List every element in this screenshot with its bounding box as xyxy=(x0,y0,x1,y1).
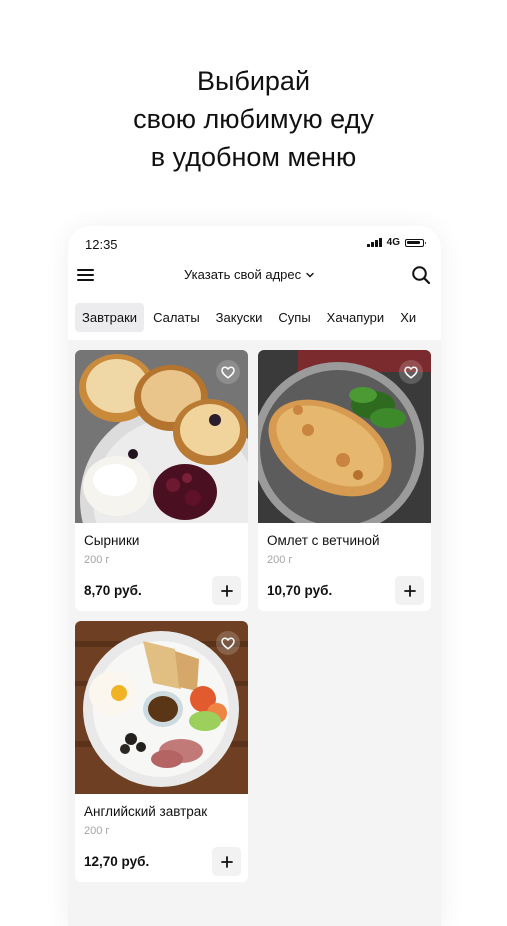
phone-screen: 12:35 4G Указать свой адрес Завтраки Сал… xyxy=(68,226,441,926)
favorite-button[interactable] xyxy=(399,360,423,384)
tab-more[interactable]: Хи xyxy=(393,303,423,332)
tab-khachapuri[interactable]: Хачапури xyxy=(320,303,392,332)
product-weight: 200 г xyxy=(267,554,293,566)
heart-icon xyxy=(221,365,235,379)
address-selector[interactable]: Указать свой адрес xyxy=(184,267,314,282)
tab-snacks[interactable]: Закуски xyxy=(209,303,270,332)
plus-icon xyxy=(220,855,233,868)
product-card[interactable]: Сырники 200 г 8,70 руб. xyxy=(75,350,248,611)
product-weight: 200 г xyxy=(84,554,110,566)
search-icon[interactable] xyxy=(411,265,431,285)
network-label: 4G xyxy=(386,237,400,248)
add-to-cart-button[interactable] xyxy=(212,576,241,605)
category-tabs: Завтраки Салаты Закуски Супы Хачапури Хи xyxy=(75,302,441,332)
tab-breakfast[interactable]: Завтраки xyxy=(75,302,145,332)
hamburger-menu-icon[interactable] xyxy=(77,268,95,282)
favorite-button[interactable] xyxy=(216,360,240,384)
status-indicators: 4G xyxy=(367,237,426,248)
add-to-cart-button[interactable] xyxy=(395,576,424,605)
heart-icon xyxy=(404,365,418,379)
headline-line-1: Выбирай xyxy=(196,66,311,96)
headline-line-2: свою любимую еду xyxy=(133,104,374,134)
product-card[interactable]: Омлет с ветчиной 200 г 10,70 руб. xyxy=(258,350,431,611)
address-label: Указать свой адрес xyxy=(184,267,302,282)
headline-line-3: в удобном меню xyxy=(150,142,357,172)
chevron-down-icon xyxy=(306,272,314,277)
heart-icon xyxy=(221,636,235,650)
battery-icon xyxy=(405,238,426,247)
product-price: 8,70 руб. xyxy=(84,583,142,598)
plus-icon xyxy=(403,584,416,597)
plus-icon xyxy=(220,584,233,597)
promo-headline: Выбирай свою любимую еду в удобном меню xyxy=(0,62,507,176)
favorite-button[interactable] xyxy=(216,631,240,655)
product-price: 12,70 руб. xyxy=(84,854,150,869)
signal-icon xyxy=(367,238,382,247)
add-to-cart-button[interactable] xyxy=(212,847,241,876)
tab-soups[interactable]: Супы xyxy=(271,303,317,332)
product-weight: 200 г xyxy=(84,825,110,837)
tab-salads[interactable]: Салаты xyxy=(146,303,207,332)
product-name: Омлет с ветчиной xyxy=(267,533,380,548)
app-header: 12:35 4G Указать свой адрес Завтраки Сал… xyxy=(68,226,441,340)
product-price: 10,70 руб. xyxy=(267,583,333,598)
status-time: 12:35 xyxy=(85,237,118,252)
product-name: Сырники xyxy=(84,533,140,548)
product-card[interactable]: Английский завтрак 200 г 12,70 руб. xyxy=(75,621,248,882)
product-name: Английский завтрак xyxy=(84,804,208,819)
